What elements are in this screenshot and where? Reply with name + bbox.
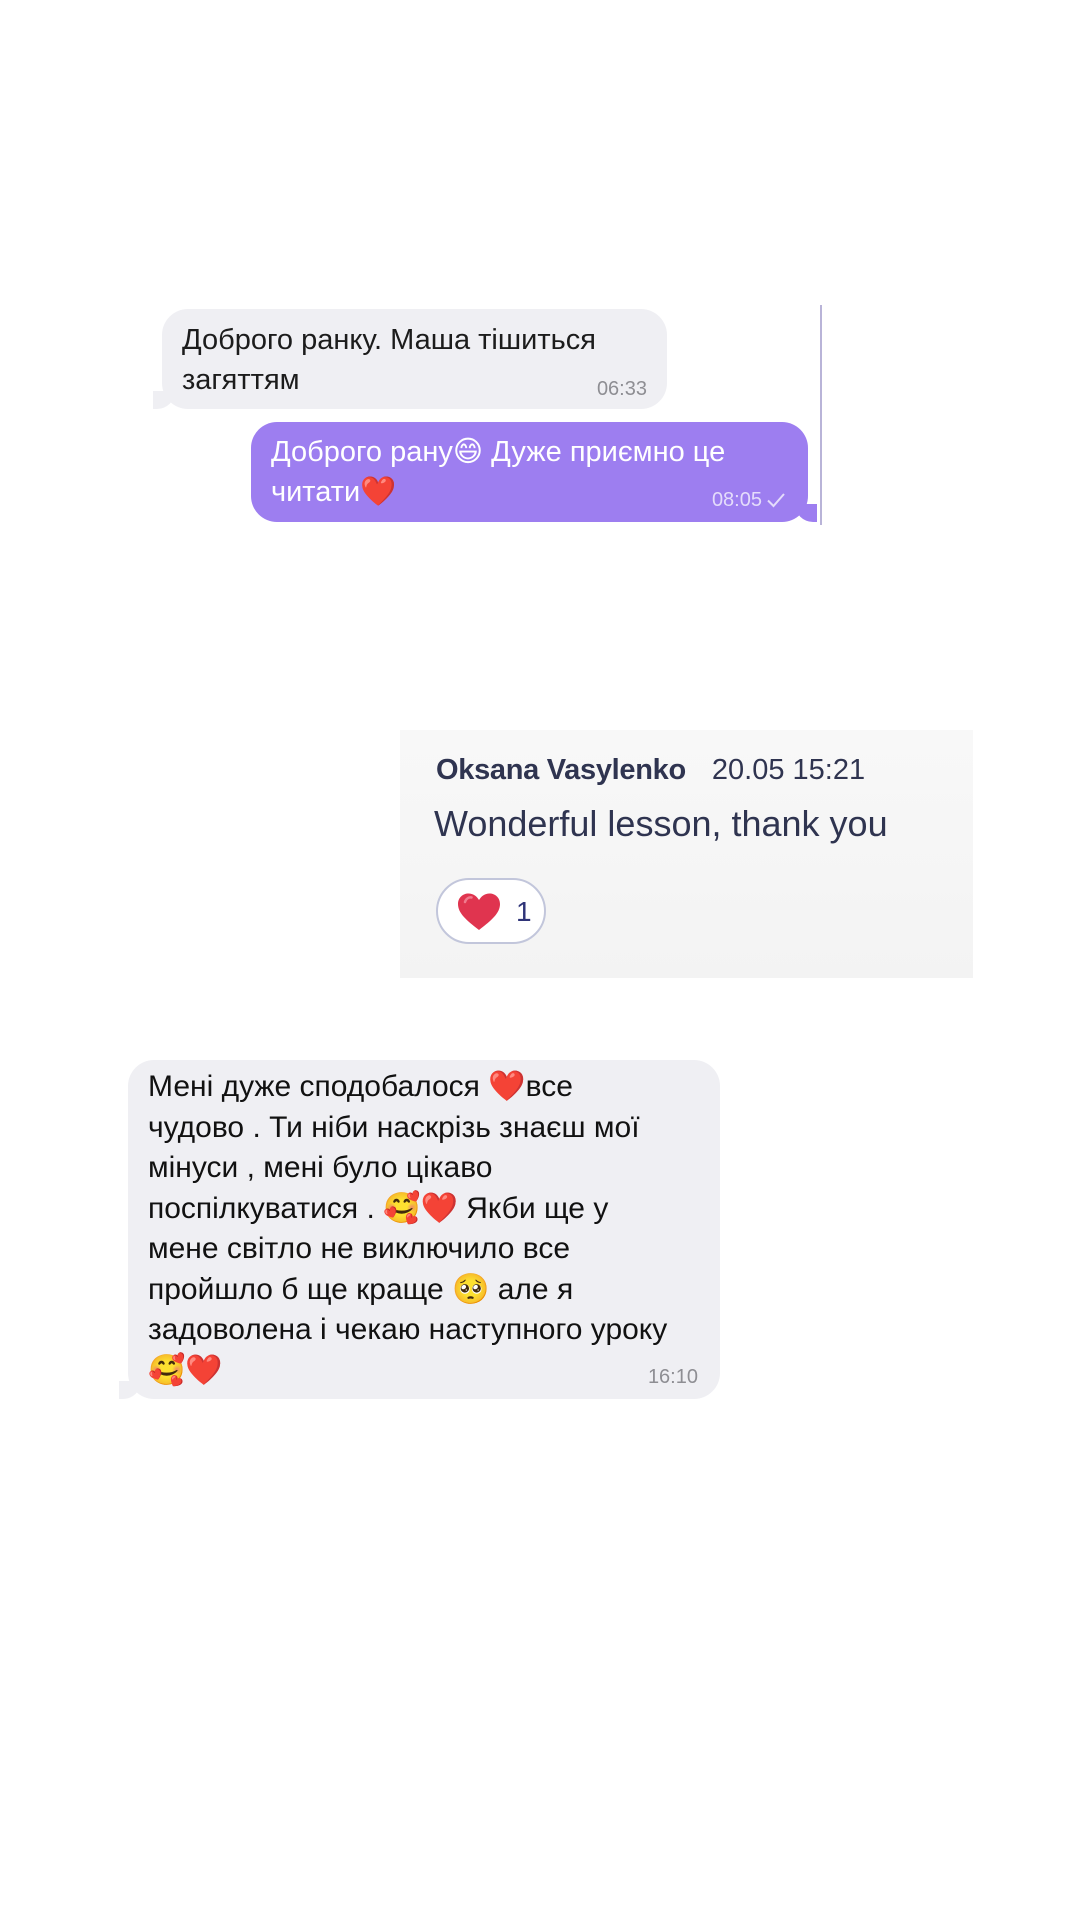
incoming-message-bubble[interactable]: Доброго ранку. Маша тішиться загяттям 06… bbox=[153, 309, 667, 409]
message-text: Мені дуже сподобалося ❤️все чудово . Ти … bbox=[148, 1070, 668, 1387]
reaction-badge[interactable]: 1 bbox=[436, 878, 546, 944]
message-timestamp: 06:33 bbox=[596, 378, 647, 400]
message-text: Доброго ранку. Маша тішиться загяттям bbox=[182, 324, 596, 396]
reaction-count: 1 bbox=[516, 896, 532, 927]
message-timestamp: 08:05 bbox=[711, 489, 762, 511]
message-meta: 08:05 bbox=[712, 490, 786, 512]
outgoing-message-bubble[interactable]: Доброго рану😄 Дуже приємно це читати❤️ 0… bbox=[251, 422, 817, 522]
incoming-message-bubble-long[interactable]: Мені дуже сподобалося ❤️все чудово . Ти … bbox=[119, 1060, 720, 1399]
single-check-icon bbox=[766, 492, 786, 512]
comment-screenshot: Oksana Vasylenko 20.05 15:21 Wonderful le… bbox=[400, 730, 973, 978]
chat-screenshot-morning: Доброго ранку. Маша тішиться загяттям 06… bbox=[140, 305, 822, 525]
message-timestamp: 16:10 bbox=[647, 1366, 698, 1388]
heart-icon bbox=[456, 892, 502, 937]
author-name[interactable]: Oksana Vasylenko bbox=[436, 754, 686, 786]
comment-header: Oksana Vasylenko 20.05 15:21 bbox=[436, 750, 865, 790]
comment-datetime: 20.05 15:21 bbox=[711, 754, 866, 786]
comment-text: Wonderful lesson, thank you bbox=[434, 803, 888, 844]
